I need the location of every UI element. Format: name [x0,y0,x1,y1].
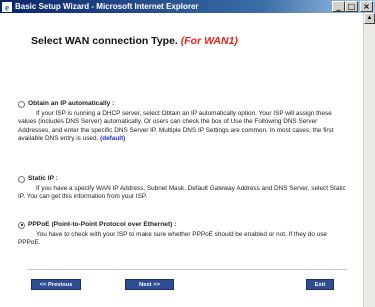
option-pppoe: PPPoE (Point-to-Point Protocol over Ethe… [18,221,348,248]
exit-button[interactable]: Exit [306,279,334,290]
option-static-ip: Static IP : If you have a specify WAN IP… [18,175,348,202]
vertical-scrollbar[interactable]: ▲ [363,13,375,307]
svg-text:e: e [5,2,9,12]
radio-static-ip[interactable] [18,175,25,183]
radio-obtain-ip-automatically[interactable] [18,100,25,108]
window-controls: _ □ × [332,1,373,12]
radio-pppoe[interactable] [18,221,25,229]
previous-button[interactable]: << Previous [31,279,81,290]
option-description: If your ISP is running a DHCP server, se… [18,109,334,143]
option-description: If you have a specify WAN IP Address, Su… [18,184,346,201]
default-link: (default) [100,135,126,143]
divider [27,269,347,270]
window-title: Basic Setup Wizard - Microsoft Internet … [15,2,199,11]
close-button[interactable]: × [360,1,373,12]
page-title: Select WAN connection Type. (For WAN1) [31,35,238,47]
next-button[interactable]: Next >> [125,279,174,290]
option-description: You have to check with your ISP to make … [18,230,327,247]
window-titlebar: e Basic Setup Wizard - Microsoft Interne… [0,0,375,13]
minimize-button[interactable]: _ [332,1,345,12]
option-title: PPPoE (Point-to-Point Protocol over Ethe… [28,221,177,228]
page-content: Select WAN connection Type. (For WAN1) [0,13,363,307]
internet-explorer-icon: e [2,1,12,12]
wan-label: (For WAN1) [180,35,238,47]
option-obtain-ip-automatically: Obtain an IP automatically : If your ISP… [18,100,348,144]
maximize-button[interactable]: □ [345,1,358,12]
page-title-text: Select WAN connection Type. [31,35,178,47]
option-title: Obtain an IP automatically : [28,100,115,107]
option-title: Static IP : [28,175,58,182]
scroll-up-arrow-icon[interactable]: ▲ [364,13,375,24]
